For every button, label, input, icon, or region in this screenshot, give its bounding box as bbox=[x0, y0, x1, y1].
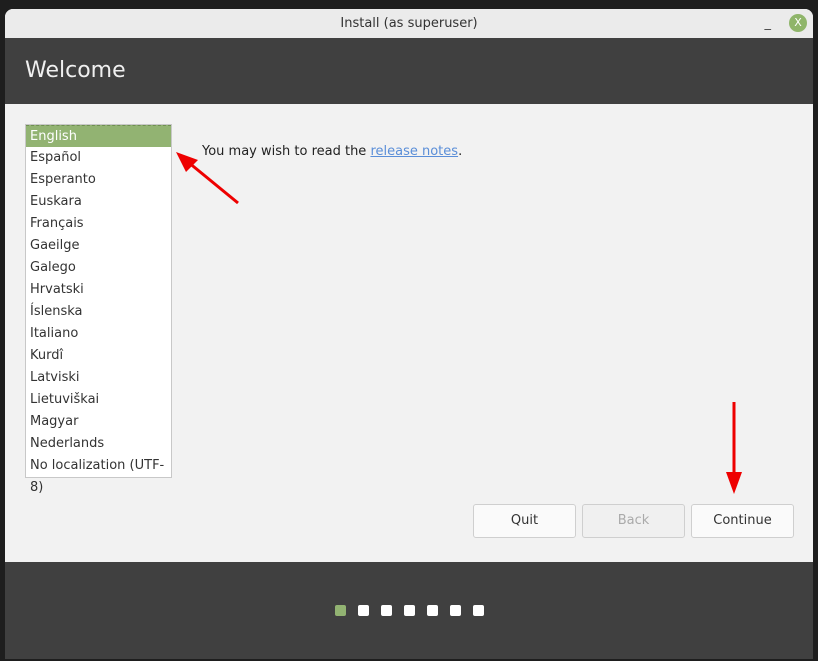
release-notes-text: You may wish to read the release notes. bbox=[202, 144, 462, 159]
language-item[interactable]: Français bbox=[26, 213, 171, 235]
language-item[interactable]: Esperanto bbox=[26, 169, 171, 191]
language-item[interactable]: English bbox=[26, 125, 171, 147]
language-item[interactable]: Kurdî bbox=[26, 345, 171, 367]
continue-button[interactable]: Continue bbox=[691, 504, 794, 538]
language-item[interactable]: Latviski bbox=[26, 367, 171, 389]
back-button[interactable]: Back bbox=[582, 504, 685, 538]
language-item[interactable]: Lietuviškai bbox=[26, 389, 171, 411]
title-bar: Install (as superuser) _ X bbox=[5, 9, 813, 38]
notes-suffix: . bbox=[458, 144, 463, 159]
progress-footer bbox=[5, 562, 813, 659]
progress-dots bbox=[335, 605, 484, 616]
page-title: Welcome bbox=[25, 58, 126, 83]
window-title: Install (as superuser) bbox=[340, 16, 478, 31]
progress-dot bbox=[335, 605, 346, 616]
progress-dot bbox=[381, 605, 392, 616]
language-item[interactable]: Euskara bbox=[26, 191, 171, 213]
page-header: Welcome bbox=[5, 38, 813, 104]
release-notes-link[interactable]: release notes bbox=[370, 144, 458, 159]
close-button[interactable]: X bbox=[789, 14, 807, 32]
language-item[interactable]: Italiano bbox=[26, 323, 171, 345]
progress-dot bbox=[404, 605, 415, 616]
language-item[interactable]: Íslenska bbox=[26, 301, 171, 323]
progress-dot bbox=[473, 605, 484, 616]
language-item[interactable]: No localization (UTF-8) bbox=[26, 455, 171, 495]
language-item[interactable]: Español bbox=[26, 147, 171, 169]
progress-dot bbox=[427, 605, 438, 616]
language-item[interactable]: Gaeilge bbox=[26, 235, 171, 257]
language-item[interactable]: Galego bbox=[26, 257, 171, 279]
progress-dot bbox=[358, 605, 369, 616]
notes-prefix: You may wish to read the bbox=[202, 144, 371, 159]
content-area: English Español Esperanto Euskara Français Ga… bbox=[5, 104, 813, 562]
language-item[interactable]: Nederlands bbox=[26, 433, 171, 455]
language-list[interactable]: English Español Esperanto Euskara Français Ga… bbox=[25, 124, 172, 495]
language-item[interactable]: Hrvatski bbox=[26, 279, 171, 301]
language-item[interactable]: Magyar bbox=[26, 411, 171, 433]
installer-window: Install (as superuser) _ X Welcome Engli… bbox=[5, 9, 813, 659]
quit-button[interactable]: Quit bbox=[473, 504, 576, 538]
minimize-button[interactable]: _ bbox=[765, 9, 772, 38]
progress-dot bbox=[450, 605, 461, 616]
